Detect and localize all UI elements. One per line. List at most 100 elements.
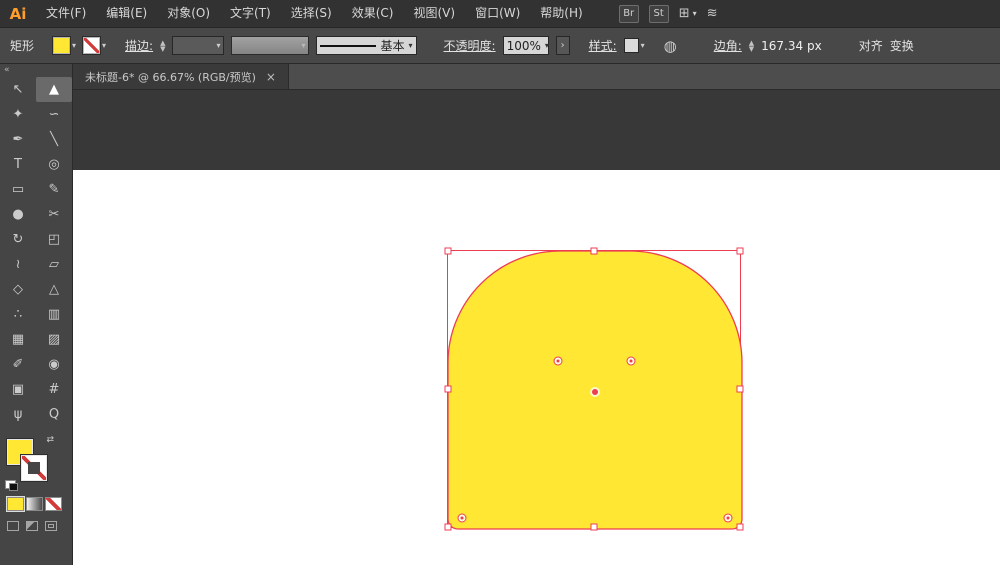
eyedropper-tool[interactable]: ✐ bbox=[0, 352, 36, 377]
more-options-button[interactable]: › bbox=[555, 36, 570, 55]
handle-bottom-left[interactable] bbox=[444, 523, 452, 531]
menu-select[interactable]: 选择(S) bbox=[281, 0, 342, 27]
menu-items: 文件(F) 编辑(E) 对象(O) 文字(T) 选择(S) 效果(C) 视图(V) 窗口(W)… bbox=[36, 0, 593, 27]
style-label[interactable]: 样式: bbox=[589, 37, 617, 54]
menu-effect[interactable]: 效果(C) bbox=[342, 0, 404, 27]
type-tool[interactable]: T bbox=[0, 152, 36, 177]
draw-normal-mode-button[interactable] bbox=[7, 521, 19, 531]
perspective-grid-tool[interactable]: △ bbox=[36, 277, 72, 302]
swap-fill-stroke-icon[interactable]: ⇄ bbox=[46, 435, 54, 445]
type-tool-icon: T bbox=[14, 157, 22, 172]
zoom-tool[interactable]: Q bbox=[36, 402, 72, 427]
blob-brush-tool-icon: ● bbox=[12, 207, 24, 222]
stroke-color-dropdown[interactable]: ▾ bbox=[83, 37, 106, 54]
mesh-tool[interactable]: ▦ bbox=[0, 327, 36, 352]
slice-tool[interactable]: # bbox=[36, 377, 72, 402]
magic-wand-tool[interactable]: ✦ bbox=[0, 102, 36, 127]
color-button[interactable] bbox=[7, 497, 24, 511]
canvas[interactable] bbox=[73, 90, 1000, 565]
handle-middle-left[interactable] bbox=[444, 385, 452, 393]
stroke-color-box[interactable] bbox=[21, 455, 47, 481]
corner-radius-stepper[interactable]: ▲ ▼ bbox=[749, 39, 754, 52]
menubar-right-icons: Br St ⊞ ▾ ≋ bbox=[618, 4, 718, 23]
recolor-artwork-icon[interactable]: ◍ bbox=[664, 37, 677, 55]
menu-window[interactable]: 窗口(W) bbox=[465, 0, 530, 27]
opacity-label[interactable]: 不透明度: bbox=[444, 37, 496, 54]
document-tab[interactable]: 未标题-6* @ 66.67% (RGB/预览) × bbox=[73, 64, 289, 89]
align-panel-button[interactable]: 对齐 bbox=[859, 37, 883, 54]
handle-top-left[interactable] bbox=[444, 247, 452, 255]
workspace-switcher[interactable]: ⊞ ▾ bbox=[679, 6, 697, 21]
lasso-tool[interactable]: ∽ bbox=[36, 102, 72, 127]
fill-color-dropdown[interactable]: ▾ bbox=[53, 37, 76, 54]
transform-panel-button[interactable]: 变换 bbox=[890, 37, 914, 54]
scissors-tool[interactable]: ✂ bbox=[36, 202, 72, 227]
artboard-tool[interactable]: ▣ bbox=[0, 377, 36, 402]
handle-top-right[interactable] bbox=[736, 247, 744, 255]
hand-tool[interactable]: ψ bbox=[0, 402, 36, 427]
rectangle-tool[interactable]: ▭ bbox=[0, 177, 36, 202]
handle-top-center[interactable] bbox=[590, 247, 598, 255]
menu-type[interactable]: 文字(T) bbox=[220, 0, 281, 27]
corner-widget-bottom-right[interactable] bbox=[723, 513, 733, 523]
stepper-down-icon[interactable]: ▼ bbox=[749, 45, 754, 52]
fill-color-swatch[interactable] bbox=[53, 37, 71, 54]
free-transform-tool[interactable]: ▱ bbox=[36, 252, 72, 277]
corner-widget-top-right[interactable] bbox=[626, 356, 636, 366]
selection-tool[interactable]: ↖ bbox=[0, 77, 36, 102]
stroke-color-swatch[interactable] bbox=[83, 37, 101, 54]
paintbrush-tool[interactable]: ╲ bbox=[36, 127, 72, 152]
bridge-button[interactable]: Br bbox=[618, 4, 639, 23]
brush-definition-select[interactable]: ▾ bbox=[231, 36, 310, 55]
default-fill-stroke-icon[interactable] bbox=[5, 480, 18, 491]
spiral-tool[interactable]: ◎ bbox=[36, 152, 72, 177]
mesh-tool-icon: ▦ bbox=[11, 332, 25, 347]
menu-edit[interactable]: 编辑(E) bbox=[96, 0, 157, 27]
column-graph-tool[interactable]: ▥ bbox=[36, 302, 72, 327]
style-select[interactable]: ▾ bbox=[623, 38, 645, 53]
pencil-tool[interactable]: ✎ bbox=[36, 177, 72, 202]
scale-tool-icon: ◰ bbox=[47, 232, 61, 247]
draw-inside-mode-button[interactable] bbox=[45, 521, 57, 531]
stroke-weight-select[interactable]: ▾ bbox=[172, 36, 225, 55]
shape-builder-tool[interactable]: ◇ bbox=[0, 277, 36, 302]
symbol-sprayer-tool[interactable]: ∴ bbox=[0, 302, 36, 327]
pen-tool[interactable]: ✒ bbox=[0, 127, 36, 152]
share-icon[interactable]: ≋ bbox=[707, 6, 718, 21]
corner-radius-value[interactable]: 167.34 px bbox=[761, 39, 822, 53]
handle-middle-right[interactable] bbox=[736, 385, 744, 393]
stroke-weight-stepper[interactable]: ▲ ▼ bbox=[160, 39, 165, 52]
menu-view[interactable]: 视图(V) bbox=[403, 0, 465, 27]
handle-bottom-center[interactable] bbox=[590, 523, 598, 531]
stroke-weight-label[interactable]: 描边: bbox=[125, 37, 153, 54]
shape-center-point[interactable] bbox=[592, 389, 598, 395]
blend-tool-icon: ◉ bbox=[48, 357, 60, 372]
gradient-tool[interactable]: ▨ bbox=[36, 327, 72, 352]
blend-tool[interactable]: ◉ bbox=[36, 352, 72, 377]
corner-label[interactable]: 边角: bbox=[714, 37, 742, 54]
width-tool[interactable]: ≀ bbox=[0, 252, 36, 277]
direct-selection-tool[interactable]: ▲ bbox=[36, 77, 72, 102]
blob-brush-tool[interactable]: ● bbox=[0, 202, 36, 227]
opacity-field[interactable]: 100% ▾ bbox=[502, 36, 549, 55]
stroke-style-select[interactable]: 基本 ▾ bbox=[316, 36, 417, 55]
menu-file[interactable]: 文件(F) bbox=[36, 0, 96, 27]
draw-behind-mode-button[interactable] bbox=[26, 521, 38, 531]
none-button[interactable] bbox=[45, 497, 62, 511]
handle-bottom-right[interactable] bbox=[736, 523, 744, 531]
tab-close-icon[interactable]: × bbox=[266, 70, 276, 84]
menu-help[interactable]: 帮助(H) bbox=[530, 0, 592, 27]
drawing-mode-buttons bbox=[7, 521, 72, 531]
gradient-button[interactable] bbox=[26, 497, 43, 511]
menu-object[interactable]: 对象(O) bbox=[157, 0, 220, 27]
corner-widget-top-left[interactable] bbox=[553, 356, 563, 366]
scale-tool[interactable]: ◰ bbox=[36, 227, 72, 252]
stock-button[interactable]: St bbox=[648, 4, 669, 23]
collapse-toolbar-button[interactable]: « bbox=[0, 64, 72, 77]
corner-widget-bottom-left[interactable] bbox=[457, 513, 467, 523]
rotate-tool[interactable]: ↻ bbox=[0, 227, 36, 252]
zoom-tool-icon: Q bbox=[48, 407, 60, 422]
selection-bounding-box[interactable] bbox=[444, 247, 744, 531]
fill-stroke-indicator: ⇄ bbox=[5, 435, 54, 491]
stepper-down-icon[interactable]: ▼ bbox=[160, 45, 165, 52]
